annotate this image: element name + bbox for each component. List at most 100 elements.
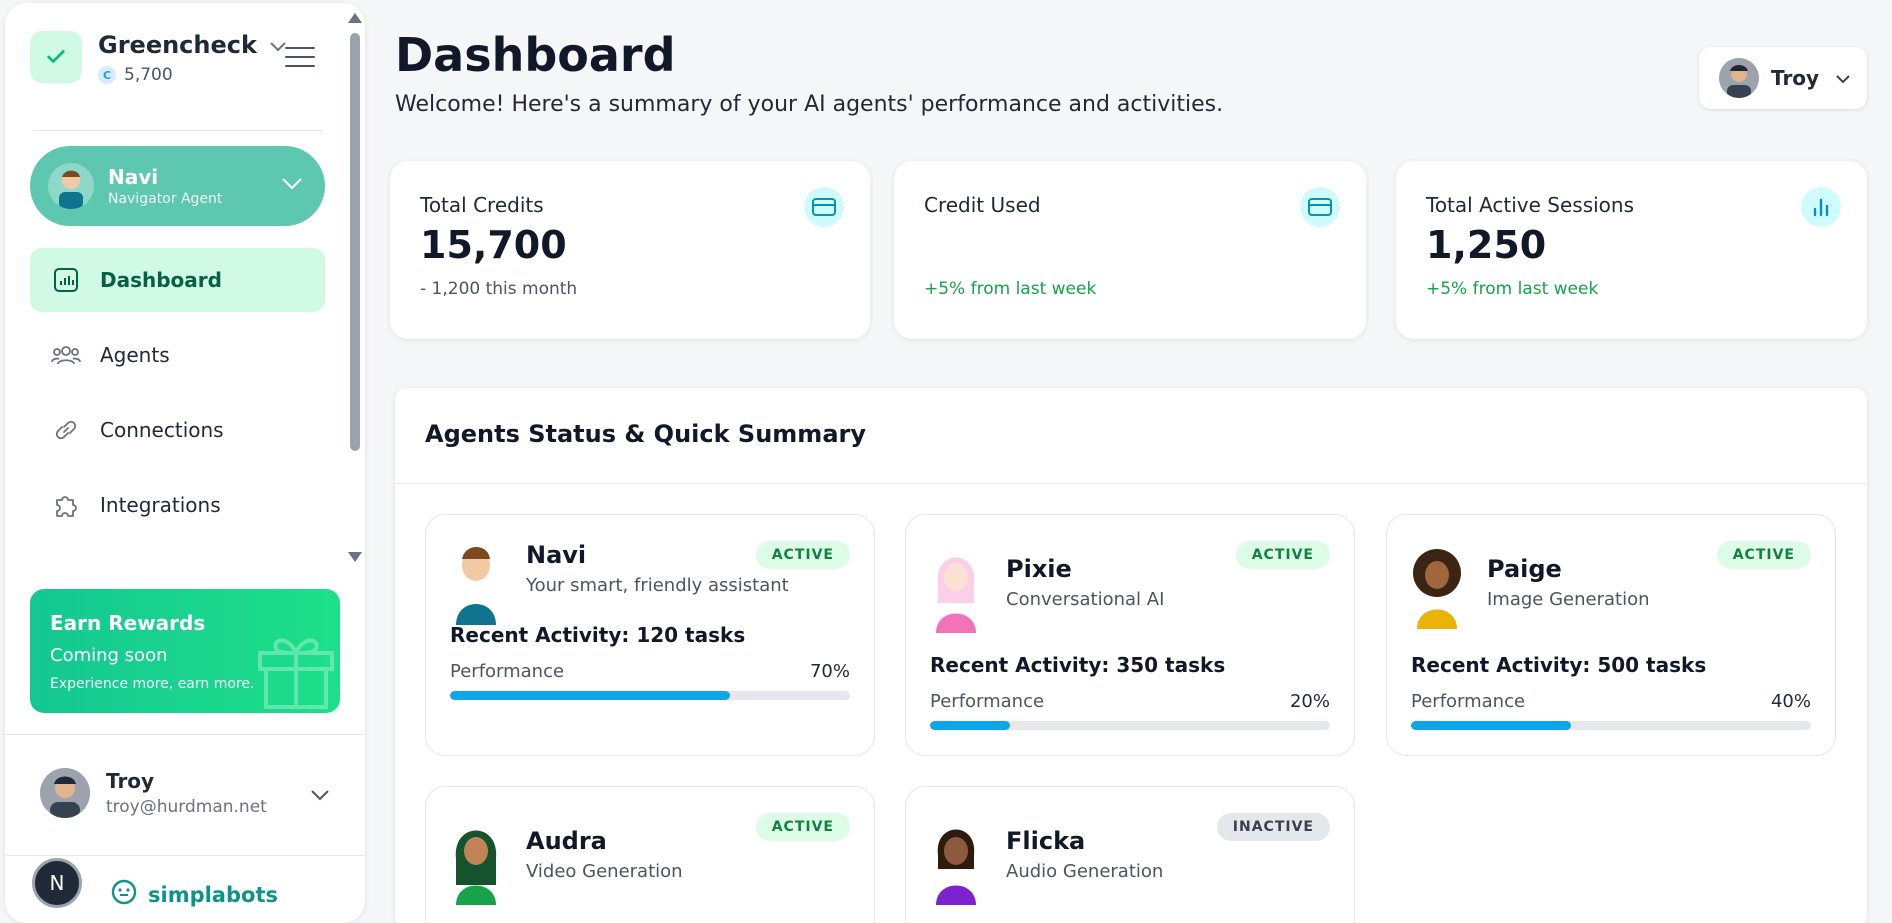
sidebar-item-label: Integrations	[100, 493, 221, 517]
agent-name: Flicka	[1006, 827, 1086, 855]
chevron-down-icon	[281, 176, 303, 195]
scroll-up-arrow[interactable]	[348, 13, 362, 23]
status-badge: ACTIVE	[755, 541, 850, 569]
puzzle-icon	[50, 489, 82, 521]
n-badge[interactable]: N	[32, 858, 82, 908]
credit-card-icon	[1300, 187, 1340, 227]
performance-value: 20%	[1289, 691, 1330, 712]
stat-value: 15,700	[420, 223, 567, 267]
section-title: Agents Status & Quick Summary	[425, 420, 866, 448]
agent-card-flicka[interactable]: Flicka Audio Generation INACTIVE	[905, 786, 1355, 923]
scroll-down-arrow[interactable]	[348, 552, 362, 562]
agent-avatar	[928, 543, 984, 633]
agent-card-navi[interactable]: Navi Your smart, friendly assistant ACTI…	[425, 514, 875, 756]
user-email: troy@hurdman.net	[106, 797, 267, 817]
page-subtitle: Welcome! Here's a summary of your AI age…	[395, 92, 1224, 117]
agent-name: Navi	[108, 165, 159, 189]
performance-label: Performance	[1411, 691, 1526, 712]
stat-sub: +5% from last week	[924, 279, 1097, 299]
org-switcher[interactable]: Greencheck C 5,700	[30, 31, 287, 85]
sidebar-item-label: Connections	[100, 418, 224, 442]
agent-name: Navi	[526, 541, 587, 569]
chevron-down-icon[interactable]	[310, 786, 330, 805]
status-badge: ACTIVE	[1235, 541, 1330, 569]
stat-label: Credit Used	[924, 193, 1041, 217]
bar-chart-icon	[50, 264, 82, 296]
org-credits: 5,700	[124, 65, 173, 85]
agent-role: Audio Generation	[1006, 861, 1164, 882]
divider	[5, 855, 365, 856]
agent-card-pixie[interactable]: Pixie Conversational AI ACTIVE Recent Ac…	[905, 514, 1355, 756]
agent-role: Image Generation	[1487, 589, 1650, 610]
performance-bar-fill	[1411, 721, 1571, 730]
performance-bar	[1411, 721, 1811, 730]
bot-face-icon	[110, 878, 138, 911]
stat-sub: +5% from last week	[1426, 279, 1599, 299]
agent-role: Conversational AI	[1006, 589, 1165, 610]
stat-label: Total Active Sessions	[1426, 193, 1635, 217]
stat-value: 1,250	[1426, 223, 1547, 267]
sidebar-item-agents[interactable]: Agents	[30, 323, 325, 387]
performance-label: Performance	[930, 691, 1045, 712]
sidebar-item-label: Agents	[100, 343, 170, 367]
sidebar-item-integrations[interactable]: Integrations	[30, 473, 325, 537]
chevron-down-icon	[1835, 69, 1851, 88]
stat-label: Total Credits	[420, 193, 544, 217]
stat-card-active-sessions: Total Active Sessions 1,250 +5% from las…	[1396, 161, 1867, 339]
sidebar-item-dashboard[interactable]: Dashboard	[30, 248, 325, 312]
performance-bar	[450, 691, 850, 700]
stat-value	[924, 223, 1336, 269]
performance-bar-fill	[450, 691, 730, 700]
agent-avatar	[48, 163, 94, 209]
performance-value: 70%	[809, 661, 850, 682]
performance-label: Performance	[450, 661, 565, 682]
performance-value: 40%	[1770, 691, 1811, 712]
recent-activity: Recent Activity: 350 tasks	[930, 653, 1226, 677]
sidebar-scrollbar-thumb[interactable]	[350, 33, 360, 451]
agent-role: Your smart, friendly assistant	[526, 575, 789, 596]
credit-coin-icon: C	[98, 66, 116, 84]
page-title: Dashboard	[395, 28, 676, 82]
check-icon	[30, 31, 82, 83]
user-menu-button[interactable]: Troy	[1699, 47, 1867, 109]
sidebar: Greencheck C 5,700 Navi Navigator Agent	[5, 3, 365, 923]
agent-name: Paige	[1487, 555, 1562, 583]
agent-avatar	[448, 815, 504, 905]
org-name: Greencheck	[98, 31, 257, 59]
sidebar-nav: Dashboard Agents Connections Integration…	[30, 248, 325, 548]
stat-card-credit-used: Credit Used +5% from last week	[894, 161, 1366, 339]
recent-activity: Recent Activity: 120 tasks	[450, 623, 746, 647]
sidebar-item-label: Dashboard	[100, 268, 222, 292]
agent-avatar	[448, 535, 504, 625]
earn-rewards-card[interactable]: Earn Rewards Coming soon Experience more…	[30, 589, 340, 713]
divider	[5, 734, 365, 735]
status-badge: ACTIVE	[755, 813, 850, 841]
stat-card-total-credits: Total Credits 15,700 - 1,200 this month	[390, 161, 870, 339]
brand-logo: simplabots	[110, 878, 278, 911]
status-badge: INACTIVE	[1216, 813, 1330, 841]
link-icon	[50, 414, 82, 446]
agent-name: Audra	[526, 827, 607, 855]
agents-summary-panel: Agents Status & Quick Summary Navi Your …	[395, 388, 1867, 923]
agent-avatar	[928, 815, 984, 905]
status-badge: ACTIVE	[1716, 541, 1811, 569]
divider	[395, 483, 1867, 484]
credit-card-icon	[804, 187, 844, 227]
avatar	[40, 768, 90, 818]
avatar	[1719, 58, 1759, 98]
agent-selector[interactable]: Navi Navigator Agent	[30, 146, 325, 226]
performance-bar-fill	[930, 721, 1010, 730]
user-name: Troy	[106, 769, 155, 793]
users-icon	[50, 339, 82, 371]
bar-chart-icon	[1801, 187, 1841, 227]
user-profile[interactable]: Troy troy@hurdman.net	[40, 768, 267, 818]
agent-card-paige[interactable]: Paige Image Generation ACTIVE Recent Act…	[1386, 514, 1836, 756]
brand-name: simplabots	[148, 882, 278, 907]
divider	[33, 130, 323, 131]
hamburger-menu-icon[interactable]	[285, 47, 315, 69]
agent-card-audra[interactable]: Audra Video Generation ACTIVE	[425, 786, 875, 923]
sidebar-item-connections[interactable]: Connections	[30, 398, 325, 462]
recent-activity: Recent Activity: 500 tasks	[1411, 653, 1707, 677]
gift-icon	[254, 625, 338, 713]
agent-role: Navigator Agent	[108, 191, 223, 207]
